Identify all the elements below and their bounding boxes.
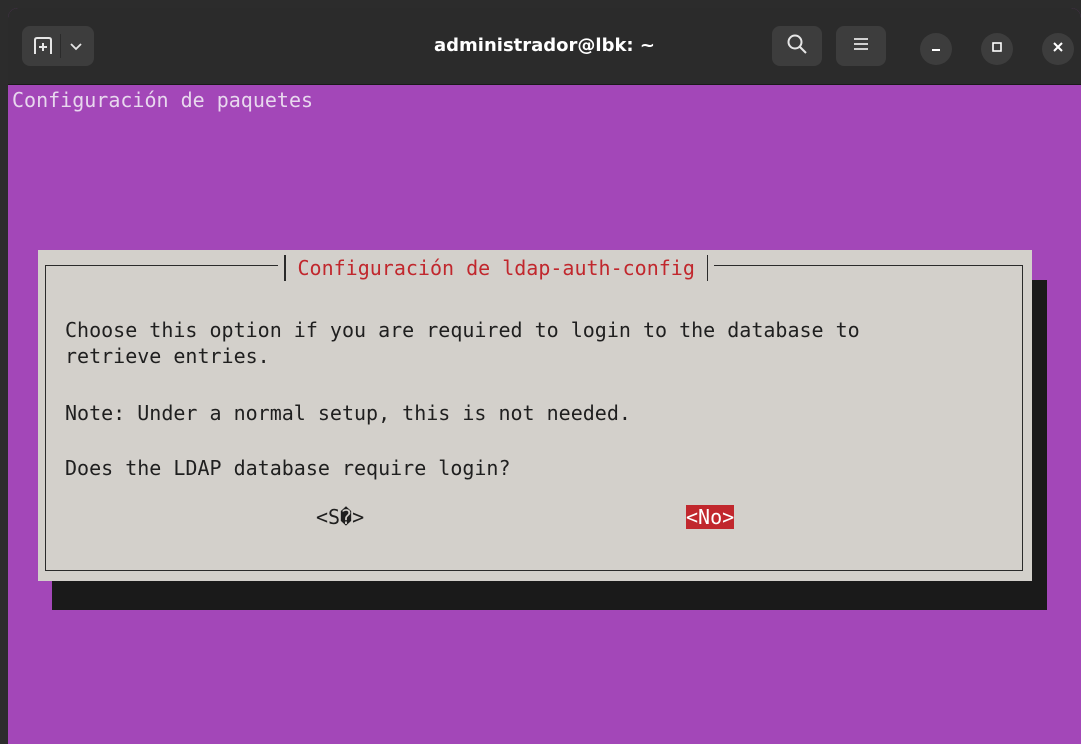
maximize-button[interactable] [981,33,1013,65]
new-tab-icon [33,36,53,61]
search-icon [786,33,808,60]
terminal-window: administrador@lbk: ~ Configuración de pa… [8,8,1081,744]
dialog-question: Does the LDAP database require login? [65,456,511,480]
menu-button[interactable] [836,26,886,66]
title-bar: administrador@lbk: ~ [8,8,1081,85]
dialog-text-line: Note: Under a normal setup, this is not … [65,401,631,425]
dialog-title: Configuración de ldap-auth-config [297,256,695,280]
search-button[interactable] [772,26,822,66]
dialog-text-line: Choose this option if you are required t… [65,318,860,342]
close-button[interactable] [1042,33,1074,65]
no-button[interactable]: <No> [686,505,735,529]
minimize-icon [929,40,943,59]
close-icon [1051,40,1065,59]
maximize-icon [990,40,1004,59]
config-dialog: Configuración de ldap-auth-config Choose… [38,250,1032,581]
minimize-button[interactable] [920,33,952,65]
package-config-header: Configuración de paquetes [12,88,314,112]
chevron-down-icon[interactable] [68,38,84,59]
new-tab-button[interactable] [22,26,94,66]
yes-button[interactable]: <S�> [316,505,364,529]
dialog-text-line: retrieve entries. [65,344,270,368]
dialog-title-bar: Configuración de ldap-auth-config [278,253,715,283]
hamburger-menu-icon [852,36,870,57]
